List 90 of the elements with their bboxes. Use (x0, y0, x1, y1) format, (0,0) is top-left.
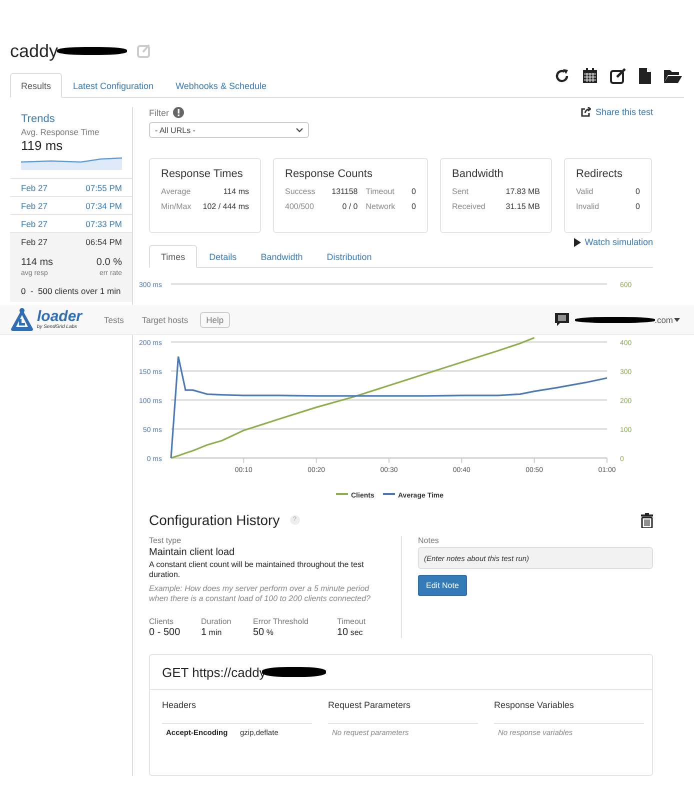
tab[interactable]: Latest Configuration (62, 73, 165, 98)
edit-icon[interactable] (610, 68, 626, 84)
field-label: Notes (418, 536, 440, 545)
tab[interactable]: Times (149, 245, 198, 268)
run-time: 07:33 PM (86, 219, 122, 229)
stat-value: 0 (634, 202, 640, 211)
tab[interactable]: Distribution (314, 245, 384, 268)
card-title: Bandwidth (452, 168, 504, 180)
stat-value: 0 - 500 (149, 626, 182, 638)
stat-label: Timeout (366, 187, 396, 196)
request-title: GET https://caddy (162, 664, 266, 680)
logo-icon[interactable] (10, 308, 34, 332)
section-title: Configuration History (149, 512, 280, 528)
stat-value: 114 ms (222, 187, 249, 196)
stat-value: 17.83 MB (504, 187, 540, 196)
folder-icon[interactable] (664, 68, 682, 84)
stat-value: 31.15 MB (504, 202, 540, 211)
filter-label: Filter (149, 108, 169, 118)
stat-label: Duration (201, 616, 232, 626)
play-icon[interactable] (574, 238, 581, 246)
stat-value: 0 (410, 187, 416, 196)
watch-simulation-link[interactable]: Watch simulation (584, 237, 653, 247)
error-value: 0.0 % (96, 257, 122, 268)
column-heading: Response Variables (494, 700, 644, 724)
share-link[interactable]: Share this test (595, 107, 653, 117)
trash-icon[interactable] (641, 512, 653, 528)
stat-label: Invalid (576, 202, 600, 211)
run-date: Feb 27 (21, 219, 48, 229)
chevron-down-icon (296, 128, 303, 132)
stat-label: Min/Max (161, 202, 192, 211)
page-title: caddy (10, 40, 58, 62)
card-title: Response Counts (285, 168, 374, 180)
field-label: Test type (149, 536, 182, 545)
test-type: Maintain client load (149, 547, 236, 558)
stat-label: Received (452, 202, 486, 211)
stat-value: 0 (634, 187, 640, 196)
stat-value: 10 sec (337, 626, 364, 638)
metric-value: 119 ms (20, 137, 64, 153)
run-date: Feb 27 (21, 183, 48, 193)
stat-label: Network (366, 202, 396, 211)
run-time: 07:55 PM (86, 183, 122, 193)
file-icon[interactable] (638, 68, 652, 84)
stat-label: Valid (576, 187, 594, 196)
avg-value: 114 ms (21, 257, 54, 268)
stat-value: 50 % (253, 626, 274, 638)
run-date: Feb 27 (21, 201, 48, 211)
url-filter-dropdown[interactable]: - All URLs - (149, 122, 309, 138)
brand-name[interactable]: loader (37, 309, 82, 324)
account-menu[interactable]: .com (654, 314, 680, 324)
stat-label: Sent (452, 187, 470, 196)
stat-label: Success (285, 187, 316, 196)
tab[interactable]: Bandwidth (248, 245, 315, 268)
share-icon[interactable] (581, 107, 592, 117)
run-item[interactable]: Feb 27 07:34 PM (10, 196, 132, 214)
nav-link[interactable]: Tests (104, 314, 124, 324)
tab[interactable]: Results (10, 73, 62, 98)
trends-heading: Trends (20, 112, 56, 125)
chat-icon[interactable] (554, 312, 570, 327)
run-item[interactable]: Feb 27 07:55 PM (10, 178, 132, 196)
stat-label: 400/500 (285, 202, 315, 211)
refresh-icon[interactable] (554, 68, 570, 84)
column-heading: Request Parameters (328, 700, 478, 724)
stat-value: 1 min (201, 626, 223, 638)
column-heading: Headers (162, 700, 312, 724)
stat-label: Timeout (337, 616, 367, 626)
calendar-icon[interactable] (582, 68, 598, 84)
run-date: Feb 27 (21, 237, 48, 247)
run-summary: 0 - 500 clients over 1 min (21, 286, 122, 296)
stat-value: 0 / 0 (341, 202, 358, 211)
help-button[interactable]: Help (200, 312, 230, 328)
info-icon (173, 107, 184, 118)
caret-icon (674, 318, 680, 322)
metric-label: Avg. Response Time (20, 126, 100, 137)
run-time: 07:34 PM (86, 201, 122, 211)
edit-note-button[interactable]: Edit Note (418, 575, 467, 596)
stat-label: Clients (149, 616, 174, 626)
stat-value: 0 (410, 202, 416, 211)
stat-value: 131158 (330, 187, 358, 196)
stat-label: Error Threshold (253, 616, 310, 626)
card-title: Response Times (161, 168, 244, 180)
card-title: Redirects (576, 168, 624, 180)
tab[interactable]: Details (197, 245, 249, 268)
nav-link[interactable]: Target hosts (142, 314, 188, 324)
test-description: A constant client count will be maintained throughout the test duration. (149, 560, 365, 581)
run-time: 06:54 PM (86, 237, 122, 247)
tab[interactable]: Webhooks & Schedule (164, 73, 278, 98)
stat-label: Average (161, 187, 192, 196)
redaction-mark (57, 47, 128, 55)
stat-value: 102 / 444 ms (202, 202, 249, 211)
example-text: Example: How does my server perform over a 5 minute period when there is a constant load of 100 to 200 clients connected? (149, 584, 372, 605)
